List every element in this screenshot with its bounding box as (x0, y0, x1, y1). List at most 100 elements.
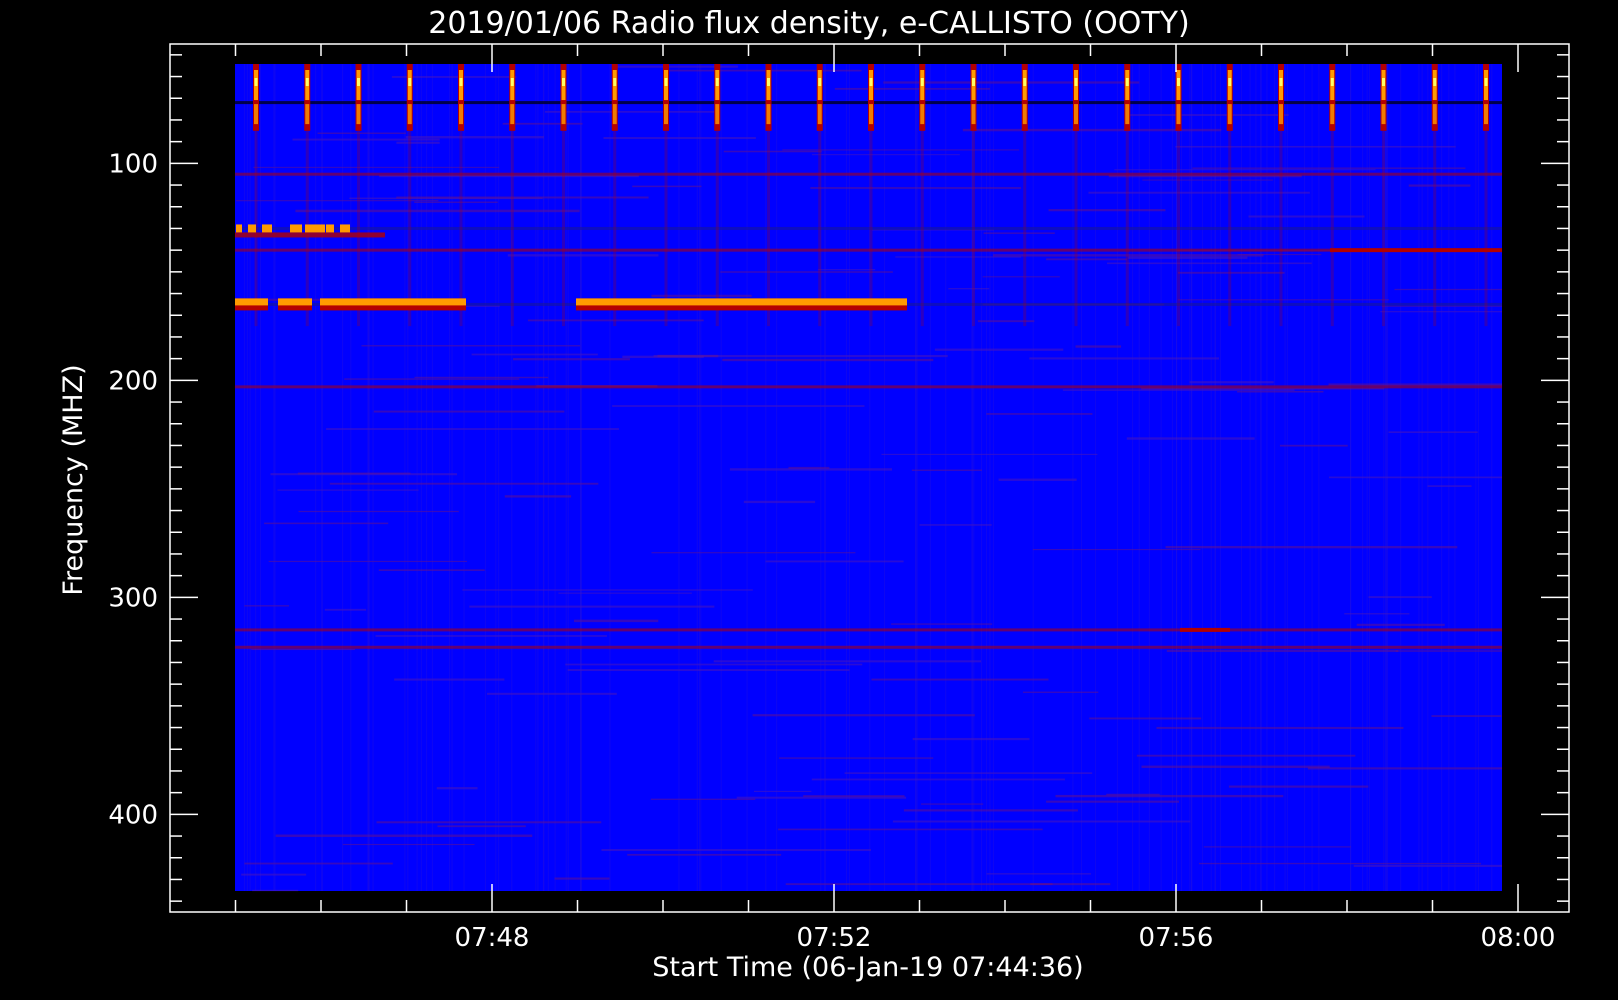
periodic-burst-trail (972, 130, 975, 327)
noise-streak (317, 132, 406, 134)
noise-streak (627, 853, 782, 856)
noise-streak (736, 796, 907, 799)
noise-column (945, 64, 947, 891)
noise-streak (911, 469, 982, 471)
noise-streak (650, 798, 756, 800)
periodic-burst-lower (1074, 104, 1078, 125)
noise-column (342, 64, 344, 891)
periodic-burst-lower (407, 104, 412, 125)
noise-column (547, 64, 549, 891)
noise-column (315, 64, 317, 891)
periodic-burst-lower (254, 104, 258, 125)
emission-band-core (235, 298, 268, 306)
noise-column (542, 64, 544, 891)
noise-column (1421, 64, 1423, 891)
frequency-band (235, 645, 1502, 649)
noise-column (1303, 64, 1305, 891)
noise-column (609, 64, 611, 891)
noise-streak (765, 560, 904, 563)
periodic-burst-peak (920, 78, 924, 86)
periodic-burst-trail (715, 130, 719, 327)
periodic-burst-lower (715, 104, 720, 125)
noise-column (1369, 64, 1371, 891)
noise-column (845, 64, 847, 891)
noise-column (368, 64, 370, 891)
periodic-burst-trail (920, 130, 924, 327)
noise-column (554, 64, 556, 891)
noise-column (498, 64, 500, 891)
periodic-burst-peak (1125, 78, 1129, 86)
noise-column (1241, 64, 1243, 891)
noise-column (1181, 64, 1183, 891)
emission-spot (262, 224, 272, 233)
noise-column (535, 64, 537, 891)
noise-streak (743, 500, 816, 504)
noise-streak (1062, 389, 1295, 391)
noise-streak (1075, 345, 1122, 348)
noise-column (1448, 64, 1450, 891)
noise-streak (986, 873, 1091, 875)
noise-streak (844, 772, 1093, 774)
noise-streak (554, 877, 610, 880)
noise-column (1350, 64, 1352, 891)
noise-streak (292, 138, 440, 141)
periodic-burst-trail (1279, 130, 1283, 327)
noise-column (273, 64, 275, 891)
noise-streak (378, 569, 485, 572)
noise-column (249, 64, 251, 891)
noise-streak (1165, 545, 1458, 549)
noise-column (567, 64, 569, 891)
noise-streak (1141, 765, 1330, 768)
noise-column (824, 64, 826, 891)
noise-column (720, 64, 722, 891)
periodic-burst-peak (408, 78, 412, 86)
periodic-burst-peak (357, 78, 360, 86)
noise-streak (1029, 357, 1220, 360)
noise-column (1148, 64, 1150, 891)
periodic-burst-peak (1279, 78, 1283, 86)
noise-column (1284, 64, 1286, 891)
noise-column (1385, 64, 1387, 891)
periodic-burst-trail (1382, 130, 1385, 327)
noise-streak (1114, 169, 1376, 171)
periodic-burst-trail (1330, 130, 1334, 327)
noise-streak (752, 714, 975, 717)
chart-title: 2019/01/06 Radio flux density, e-CALLIST… (428, 6, 1189, 41)
noise-streak (396, 141, 440, 144)
noise-column (915, 64, 917, 891)
noise-column (1427, 64, 1429, 891)
noise-streak (1136, 754, 1356, 757)
emission-spot (305, 224, 325, 233)
noise-streak (324, 608, 367, 611)
emission-band-core (576, 298, 907, 306)
periodic-burst-lower (561, 104, 566, 125)
emission-spot (290, 224, 302, 233)
noise-column (992, 64, 994, 891)
noise-column (1286, 64, 1288, 891)
emission-band-core (320, 298, 466, 306)
periodic-burst-lower (1432, 104, 1437, 125)
spectrogram-chart: 2019/01/06 Radio flux density, e-CALLIST… (0, 0, 1618, 1000)
emission-spot (326, 224, 334, 233)
periodic-burst-peak (1228, 78, 1232, 86)
noise-streak (1055, 794, 1284, 798)
noise-streak (1142, 179, 1273, 181)
noise-column (1094, 64, 1096, 891)
periodic-burst-lower (1330, 104, 1335, 125)
noise-column (404, 64, 406, 891)
periodic-burst-trail (1177, 130, 1180, 327)
noise-column (246, 64, 248, 891)
noise-streak (986, 413, 1093, 415)
periodic-burst-lower (612, 104, 617, 125)
emission-band-core (278, 298, 312, 306)
x-axis-label: Start Time (06-Jan-19 07:44:36) (652, 952, 1083, 983)
noise-streak (1156, 726, 1404, 729)
noise-column (883, 64, 885, 891)
noise-streak (244, 862, 393, 865)
periodic-burst-trail (459, 130, 463, 327)
x-tick-label: 08:00 (1481, 923, 1556, 953)
noise-streak (1088, 191, 1310, 194)
noise-column (565, 64, 567, 891)
noise-streak (782, 149, 1020, 151)
noise-column (916, 64, 918, 891)
